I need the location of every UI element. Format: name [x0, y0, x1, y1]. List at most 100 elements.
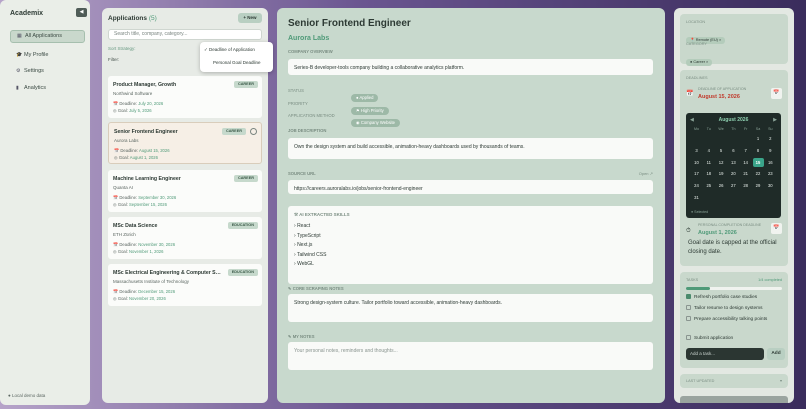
overview-field[interactable]: Series-B developer-tools company buildin…: [288, 59, 653, 75]
category-badge: EDUCATION: [227, 222, 258, 229]
calendar-day[interactable]: 13: [728, 158, 739, 167]
calendar-day[interactable]: 26: [716, 181, 727, 190]
nav-analytics[interactable]: ▮ Analytics: [10, 82, 85, 95]
application-card[interactable]: Machine Learning Engineer Quanta AI CAREE…: [108, 170, 262, 212]
calendar-day[interactable]: 10: [691, 158, 702, 167]
calendar-day[interactable]: 2: [765, 134, 776, 143]
local-data-indicator: ● Local demo data: [8, 393, 46, 398]
calendar-day[interactable]: 3: [691, 146, 702, 155]
core-notes-field[interactable]: Strong design-system culture. Tailor por…: [288, 294, 653, 322]
last-updated-card[interactable]: LAST UPDATED ▾: [680, 374, 788, 388]
calendar-day[interactable]: 6: [728, 146, 739, 155]
my-notes-field[interactable]: Your personal notes, reminders and thoug…: [288, 342, 653, 370]
search-input[interactable]: Search title, company, category...: [108, 29, 262, 40]
check-icon: ✓: [204, 47, 208, 52]
calendar-day[interactable]: 19: [716, 169, 727, 178]
calendar-day[interactable]: 15: [752, 157, 764, 167]
sort-strategy-label[interactable]: Sort Strategy:: [108, 46, 136, 51]
application-detail-panel: Senior Frontend Engineer Aurora Labs COM…: [277, 8, 665, 403]
skill-item: › React: [294, 223, 311, 229]
calendar-day[interactable]: 9: [765, 146, 776, 155]
weekday-label: Sa: [755, 127, 761, 131]
deadline-label: DEADLINE OF APPLICATION: [698, 87, 747, 91]
overview-label: COMPANY OVERVIEW: [288, 49, 333, 54]
my-notes-label: ✎ MY NOTES: [288, 334, 315, 339]
task-item[interactable]: Tailor resume to design systems: [686, 305, 763, 311]
open-url-link[interactable]: Open ↗: [639, 171, 653, 176]
calendar-day[interactable]: 14: [740, 158, 751, 167]
goal-icon: ◎: [113, 249, 117, 254]
skills-label: ⚒ AI EXTRACTED SKILLS: [294, 212, 350, 217]
calendar-day[interactable]: 7: [740, 146, 751, 155]
url-label: SOURCE URL: [288, 171, 316, 176]
updated-label: LAST UPDATED: [686, 379, 715, 383]
calendar-day[interactable]: 27: [728, 181, 739, 190]
deadline-line: 📅 Deadline: December 15, 2026: [113, 289, 176, 294]
calendar-day[interactable]: 22: [753, 169, 764, 178]
job-description-field[interactable]: Own the design system and build accessib…: [288, 138, 653, 159]
list-title: Applications (5): [108, 15, 157, 22]
deadline-value: August 15, 2026: [698, 94, 740, 100]
priority-label: PRIORITY: [288, 101, 308, 106]
add-task-input[interactable]: Add a task...: [686, 348, 764, 360]
calendar-day[interactable]: 5: [716, 146, 727, 155]
calendar-icon: 📅: [113, 242, 119, 247]
goal-icon: ◎: [113, 296, 117, 301]
goal-line: ◎ Goal: July 5, 2026: [113, 108, 152, 113]
tasks-progress: 1/4 completed: [758, 278, 782, 282]
sort-option-goal[interactable]: Personal Goal Deadline: [213, 60, 261, 65]
next-month-button[interactable]: ▶: [773, 117, 777, 123]
application-card[interactable]: MSc Data Science ETH Zürich EDUCATION 📅 D…: [108, 217, 262, 259]
weekday-label: Tu: [706, 127, 711, 131]
nav-my-profile[interactable]: 🎓 My Profile: [10, 49, 85, 62]
task-item[interactable]: Prepare accessibility talking points: [686, 316, 776, 324]
application-card[interactable]: MSc Electrical Engineering & Computer Sc…: [108, 264, 262, 306]
nav-all-applications[interactable]: ▦ All Applications: [10, 30, 85, 43]
application-card[interactable]: Product Manager, Growth Northwind Softwar…: [108, 76, 262, 118]
calendar-day[interactable]: 30: [765, 181, 776, 190]
filter-label[interactable]: Filter:: [108, 57, 119, 62]
calendar-day[interactable]: 23: [765, 169, 776, 178]
source-url-field[interactable]: https://careers.auroralabs.io/jobs/senio…: [288, 180, 653, 194]
skill-item: › Next.js: [294, 242, 313, 248]
task-item[interactable]: Submit application: [686, 335, 733, 341]
goal-calendar-button[interactable]: 📅: [771, 223, 782, 234]
calendar-day[interactable]: 29: [753, 181, 764, 190]
checkbox-icon: [686, 305, 691, 310]
calendar-day[interactable]: 20: [728, 169, 739, 178]
add-task-button[interactable]: Add: [767, 348, 785, 360]
calendar-day[interactable]: 28: [740, 181, 751, 190]
weekday-label: Th: [731, 127, 736, 131]
collapse-sidebar-button[interactable]: ◀: [76, 8, 87, 17]
sort-option-deadline[interactable]: ✓ Deadline of Application: [204, 47, 255, 53]
grid-icon: ▦: [17, 33, 22, 39]
calendar-day[interactable]: 25: [703, 181, 714, 190]
calendar-day[interactable]: 17: [691, 169, 702, 178]
category-tag[interactable]: ● Career ×: [686, 50, 713, 68]
weekday-label: Su: [768, 127, 773, 131]
bottom-action-bar[interactable]: [680, 396, 788, 403]
calendar-day[interactable]: 11: [703, 158, 714, 167]
tools-icon: ⚒: [294, 212, 299, 217]
new-application-button[interactable]: + New: [238, 13, 262, 23]
deadline-line: 📅 Deadline: August 15, 2026: [114, 148, 170, 153]
calendar-day[interactable]: 18: [703, 169, 714, 178]
category-badge: CAREER: [233, 175, 258, 182]
calendar-day[interactable]: 24: [691, 181, 702, 190]
calendar-toggle-button[interactable]: 📅: [771, 88, 782, 99]
calendar-day[interactable]: 12: [716, 158, 727, 167]
calendar-day[interactable]: 4: [703, 146, 714, 155]
calendar-icon: 📅: [686, 91, 694, 97]
calendar-day[interactable]: 1: [753, 134, 764, 143]
nav-settings[interactable]: ⚙ Settings: [10, 65, 85, 78]
calendar-day[interactable]: 8: [753, 146, 764, 155]
detail-company: Aurora Labs: [288, 35, 330, 42]
application-card-selected[interactable]: Senior Frontend Engineer Aurora Labs CARE…: [108, 122, 262, 164]
goal-note: Goal date is capped at the official clos…: [688, 240, 777, 255]
calendar-day[interactable]: 31: [691, 193, 702, 202]
task-item[interactable]: Refresh portfolio case studies: [686, 294, 757, 300]
calendar-day[interactable]: 21: [740, 169, 751, 178]
profile-icon: 🎓: [16, 52, 23, 58]
method-pill[interactable]: ◉ Company Website: [351, 111, 400, 129]
calendar-day[interactable]: 16: [765, 158, 776, 167]
